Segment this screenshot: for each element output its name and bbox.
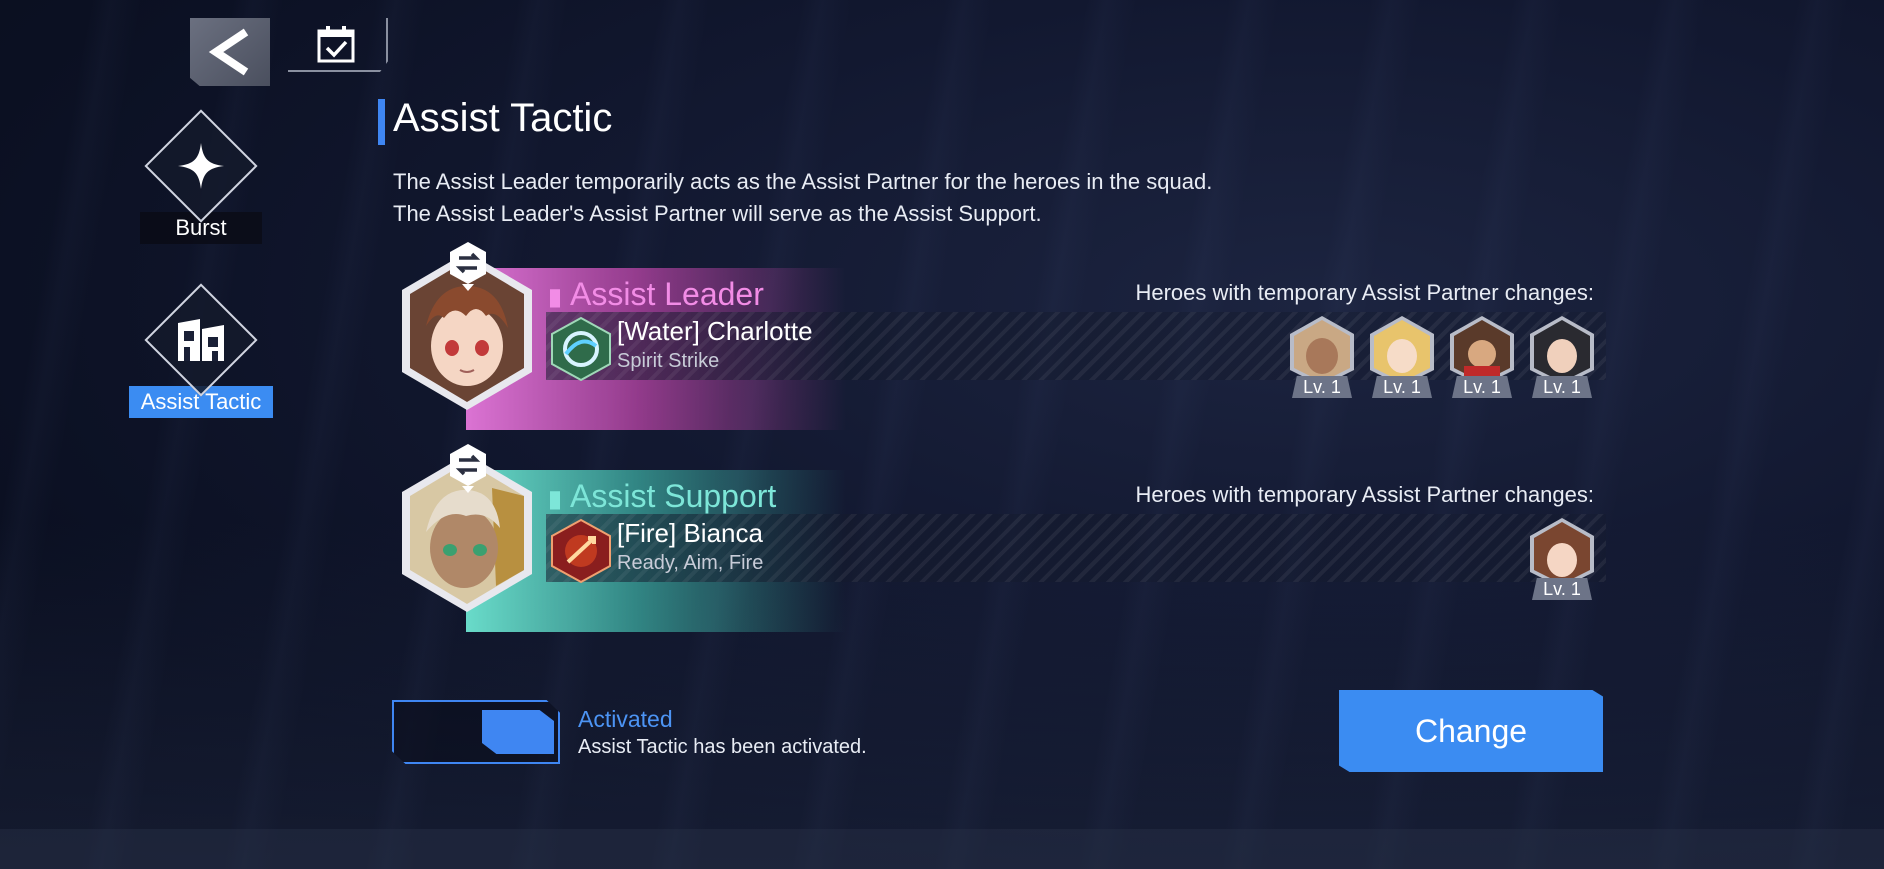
- swap-icon[interactable]: [448, 240, 488, 292]
- hero-name: [Fire] Bianca: [617, 518, 763, 548]
- sparkle-icon: [178, 143, 224, 189]
- skill-name: Ready, Aim, Fire: [617, 552, 764, 574]
- role-text: Assist Leader: [570, 276, 764, 312]
- mini-hero[interactable]: Lv. 1: [1528, 314, 1596, 398]
- page-title: Assist Tactic: [393, 96, 613, 140]
- mini-hero[interactable]: Lv. 1: [1528, 516, 1596, 600]
- change-button[interactable]: Change: [1339, 690, 1603, 772]
- description-line: The Assist Leader's Assist Partner will …: [393, 201, 1042, 226]
- description-line: The Assist Leader temporarily acts as th…: [393, 169, 1213, 194]
- calendar-button[interactable]: [288, 18, 388, 72]
- role-text: Assist Support: [570, 478, 777, 514]
- assist-support-card: Assist Support [Fire] Bianca Ready, Aim,…: [396, 444, 1606, 632]
- title-accent-bar: [378, 99, 385, 145]
- mini-hero-list: Lv. 1: [1528, 516, 1596, 600]
- level-badge: Lv. 1: [1372, 376, 1432, 398]
- level-badge: Lv. 1: [1532, 376, 1592, 398]
- toggle-knob: [482, 710, 554, 754]
- role-pin-icon: [550, 289, 560, 308]
- level-badge: Lv. 1: [1292, 376, 1352, 398]
- sidebar-item-assist-tactic[interactable]: Assist Tactic: [128, 283, 274, 418]
- level-badge: Lv. 1: [1452, 376, 1512, 398]
- chevron-left-icon: [208, 28, 249, 76]
- role-label: Assist Support: [550, 478, 776, 515]
- sidebar-diamond: [144, 109, 258, 223]
- assist-tactic-toggle[interactable]: [392, 700, 560, 764]
- fire-skill-icon: [551, 518, 611, 584]
- hero-thumbnail: [1530, 518, 1594, 588]
- mini-hero[interactable]: Lv. 1: [1288, 314, 1356, 398]
- status-description: Assist Tactic has been activated.: [578, 736, 867, 758]
- hero-thumbnail: [1370, 316, 1434, 386]
- bottom-band: [0, 829, 1884, 869]
- mini-hero[interactable]: Lv. 1: [1448, 314, 1516, 398]
- description: The Assist Leader temporarily acts as th…: [393, 166, 1212, 230]
- calendar-check-icon: [317, 26, 355, 63]
- hero-thumbnail: [1530, 316, 1594, 386]
- changes-label: Heroes with temporary Assist Partner cha…: [1135, 482, 1594, 507]
- assist-leader-card: Assist Leader [Water] Charlotte Spirit S…: [396, 242, 1606, 430]
- water-skill-icon: [551, 316, 611, 382]
- hero-thumbnail: [1450, 316, 1514, 386]
- sidebar-item-burst[interactable]: Burst: [128, 109, 274, 244]
- role-pin-icon: [550, 491, 560, 510]
- mini-hero-list: Lv. 1 Lv. 1 Lv. 1 Lv. 1: [1288, 314, 1596, 398]
- status-title: Activated: [578, 706, 673, 732]
- hero-thumbnail: [1290, 316, 1354, 386]
- level-badge: Lv. 1: [1532, 578, 1592, 600]
- mini-hero[interactable]: Lv. 1: [1368, 314, 1436, 398]
- hero-name: [Water] Charlotte: [617, 316, 813, 346]
- role-label: Assist Leader: [550, 276, 764, 313]
- swap-icon[interactable]: [448, 442, 488, 494]
- back-button[interactable]: [190, 18, 270, 86]
- assist-tactic-icon: [178, 319, 224, 361]
- changes-label: Heroes with temporary Assist Partner cha…: [1135, 280, 1594, 305]
- skill-name: Spirit Strike: [617, 350, 720, 372]
- sidebar-diamond: [144, 283, 258, 397]
